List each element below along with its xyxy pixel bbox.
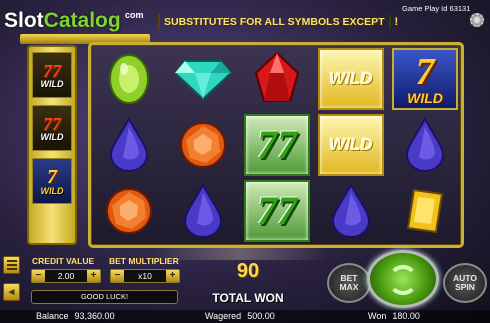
- speaker-icon: ◄: [6, 286, 17, 298]
- reel-cell-green-77: 77: [244, 180, 310, 242]
- wild-chip-icon: [158, 14, 160, 30]
- side-wild-label: WILD: [40, 78, 64, 89]
- blue-drop-gem-icon: [183, 183, 223, 238]
- bet-max-label: BET MAX: [339, 273, 359, 292]
- side-seven: 7: [47, 165, 57, 188]
- credit-value-stepper: − 2.00 +: [31, 269, 101, 283]
- spin-arrows-icon: [388, 265, 418, 295]
- side-wild-cell: 77 WILD: [32, 52, 72, 98]
- multiplier-plus-button[interactable]: +: [166, 270, 179, 282]
- reel-cell-blue-drop-gem: [318, 180, 384, 242]
- reel-cell-gold-wild: WILD: [318, 114, 384, 176]
- menu-bar: [6, 268, 17, 270]
- yellow-square-gem-icon: [406, 188, 444, 234]
- reels-grid: 77 77 WILD WILD 7 WILD: [96, 48, 459, 246]
- reel-cell-blue-drop-gem: [392, 114, 458, 176]
- sound-button[interactable]: ◄: [3, 283, 20, 301]
- banner-exclamation: !: [394, 16, 399, 28]
- wagered-value: 500.00: [247, 311, 275, 321]
- logo-slot: Slot: [4, 9, 44, 32]
- orange-round-gem-icon: [180, 122, 226, 168]
- won-display: Won 180.00: [368, 311, 420, 321]
- wagered-display: Wagered 500.00: [205, 311, 275, 321]
- balance-label: Balance: [36, 311, 69, 321]
- side-wild-label: WILD: [40, 131, 64, 142]
- reel-cell-yellow-square-gem: [392, 180, 458, 242]
- blue-drop-gem-icon: [331, 183, 371, 238]
- green-77-symbol: 77: [257, 188, 297, 233]
- bet-multiplier-value: x10: [138, 271, 152, 281]
- reel-cell-green-oval-gem: [96, 48, 162, 110]
- gold-wild-symbol: WILD: [329, 69, 373, 88]
- reel-cell-gold-wild: WILD: [318, 48, 384, 110]
- bet-multiplier-label: BET MULTIPLIER: [109, 256, 179, 266]
- reel-cell-blue-drop-gem: [170, 180, 236, 242]
- message-box: GOOD LUCK!: [31, 290, 178, 304]
- logo-com: com: [125, 10, 144, 20]
- menu-bar: [6, 260, 17, 262]
- balance-display: Balance 93,360.00: [36, 311, 115, 321]
- green-77-symbol: 77: [257, 122, 297, 167]
- reel-cell-teal-diamond-gem: [170, 48, 236, 110]
- blue-drop-gem-icon: [109, 117, 149, 172]
- reel-cell-blue-drop-gem: [96, 114, 162, 176]
- red-pointed-gem-icon: [254, 51, 300, 102]
- reel-cell-orange-round-gem: [96, 180, 162, 242]
- menu-button[interactable]: [3, 256, 20, 274]
- credit-value: 2.00: [57, 271, 75, 281]
- gameplay-id: Game Play Id 63131: [402, 4, 471, 13]
- menu-bar: [6, 264, 17, 266]
- side-seven: 77: [43, 113, 61, 134]
- wagered-label: Wagered: [205, 311, 242, 321]
- side-seven: 77: [43, 60, 61, 81]
- reel-cell-orange-round-gem: [170, 114, 236, 176]
- side-wild-label: WILD: [40, 185, 64, 196]
- multiplier-minus-button[interactable]: −: [111, 270, 124, 282]
- credit-plus-button[interactable]: +: [87, 270, 100, 282]
- logo-catalog: Catalog: [43, 9, 121, 32]
- side-wild-cell: 7 WILD: [32, 158, 72, 204]
- excepted-symbol-icon: [388, 14, 391, 30]
- settings-gear-icon[interactable]: [470, 13, 484, 27]
- balance-value: 93,360.00: [74, 311, 115, 321]
- info-banner: SUBSTITUTES FOR ALL SYMBOLS EXCEPT !: [158, 11, 398, 33]
- won-value: 180.00: [392, 311, 420, 321]
- blue-7-wild-label: WILD: [407, 90, 443, 106]
- total-won-label: TOTAL WON: [212, 291, 284, 305]
- credit-value-label: CREDIT VALUE: [32, 256, 95, 266]
- orange-round-gem-icon: [106, 188, 152, 234]
- win-amount: 90: [236, 260, 260, 282]
- side-wild-column: 77 WILD 77 WILD 7 WILD: [27, 45, 77, 245]
- side-wild-cell: 77 WILD: [32, 105, 72, 151]
- gold-wild-symbol: WILD: [329, 135, 373, 154]
- blue-7-symbol: 7: [415, 51, 435, 93]
- reel-cell-blue-7-wild: 7 WILD: [392, 48, 458, 110]
- reel-cell-red-pointed-gem: [244, 48, 310, 110]
- reel-cell-green-77: 77: [244, 114, 310, 176]
- bet-multiplier-stepper: − x10 +: [110, 269, 180, 283]
- teal-diamond-gem-icon: [173, 60, 233, 101]
- auto-spin-button[interactable]: AUTO SPIN: [443, 263, 487, 303]
- credit-minus-button[interactable]: −: [32, 270, 45, 282]
- won-label: Won: [368, 311, 387, 321]
- auto-spin-label: AUTO SPIN: [453, 273, 477, 292]
- green-oval-gem-icon: [109, 54, 149, 104]
- banner-text: SUBSTITUTES FOR ALL SYMBOLS EXCEPT: [164, 16, 385, 28]
- spin-button[interactable]: [367, 250, 439, 308]
- bet-max-button[interactable]: BET MAX: [327, 263, 371, 303]
- blue-drop-gem-icon: [405, 117, 445, 172]
